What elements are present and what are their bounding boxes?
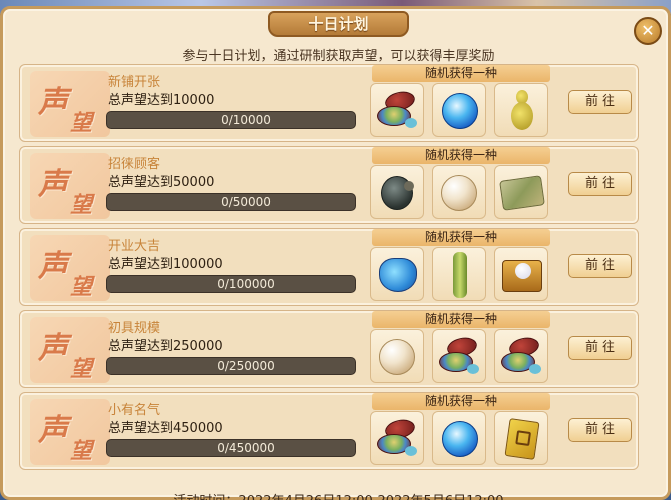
- random-reward-label: 随机获得一种: [372, 229, 550, 246]
- reward-row: 声 望 新铺开张 总声望达到10000 0/10000 随机获得一种 前往: [19, 64, 639, 142]
- reward-row: 声 望 招徕顾客 总声望达到50000 0/50000 随机获得一种 前往: [19, 146, 639, 224]
- badge-char: 声: [38, 85, 68, 120]
- progress-text: 0/100000: [217, 277, 275, 291]
- treasure-chest-icon: [502, 260, 542, 292]
- golden-book-icon: [504, 418, 540, 460]
- close-button[interactable]: ✕: [634, 17, 662, 45]
- blue-pouch-icon: [379, 258, 417, 292]
- pearl-icon: [379, 339, 415, 375]
- reward-slot[interactable]: [370, 247, 424, 301]
- row-requirement: 总声望达到100000: [108, 257, 223, 272]
- progress-text: 0/10000: [221, 113, 271, 127]
- go-button[interactable]: 前往: [568, 172, 632, 196]
- badge-char: 声: [38, 249, 68, 284]
- reward-slot[interactable]: [432, 247, 486, 301]
- random-reward-label: 随机获得一种: [372, 311, 550, 328]
- dark-orb-icon: [381, 176, 414, 210]
- progress-bar: 0/250000: [106, 357, 356, 375]
- reputation-badge: 声 望: [30, 71, 110, 137]
- badge-char: 望: [70, 438, 93, 464]
- random-reward-label: 随机获得一种: [372, 65, 550, 82]
- reward-slot[interactable]: [494, 83, 548, 137]
- treasure-box-icon: [501, 335, 541, 376]
- blue-gem-icon: [442, 421, 478, 457]
- row-title: 小有名气: [108, 403, 161, 418]
- window-title: 十日计划: [268, 11, 409, 37]
- reputation-badge: 声 望: [30, 235, 110, 301]
- random-reward-label: 随机获得一种: [372, 147, 550, 164]
- reward-slot[interactable]: [370, 329, 424, 383]
- treasure-box-icon: [439, 335, 479, 376]
- go-button[interactable]: 前往: [568, 254, 632, 278]
- reward-slot[interactable]: [494, 165, 548, 219]
- go-button[interactable]: 前往: [568, 90, 632, 114]
- reward-slot[interactable]: [370, 411, 424, 465]
- badge-char: 望: [70, 356, 93, 382]
- reward-slot[interactable]: [432, 83, 486, 137]
- reward-slot[interactable]: [494, 411, 548, 465]
- row-requirement: 总声望达到250000: [108, 339, 223, 354]
- map-scroll-icon: [499, 175, 545, 211]
- row-title: 招徕顾客: [108, 157, 161, 172]
- row-title: 开业大吉: [108, 239, 161, 254]
- progress-text: 0/250000: [217, 359, 275, 373]
- reputation-badge: 声 望: [30, 153, 110, 219]
- reward-slot[interactable]: [432, 411, 486, 465]
- treasure-box-icon: [377, 89, 417, 130]
- row-requirement: 总声望达到50000: [108, 175, 215, 190]
- progress-bar: 0/100000: [106, 275, 356, 293]
- badge-char: 声: [38, 413, 68, 448]
- ten-day-plan-panel: 十日计划 ✕ 参与十日计划，通过研制获取声望，可以获得丰厚奖励 声 望 新铺开张…: [0, 6, 671, 500]
- row-title: 新铺开张: [108, 75, 161, 90]
- reward-row: 声 望 小有名气 总声望达到450000 0/450000 随机获得一种 前往: [19, 392, 639, 470]
- reward-slot[interactable]: [494, 329, 548, 383]
- progress-bar: 0/10000: [106, 111, 356, 129]
- reputation-badge: 声 望: [30, 399, 110, 465]
- badge-char: 声: [38, 331, 68, 366]
- reward-slot[interactable]: [494, 247, 548, 301]
- badge-char: 望: [70, 192, 93, 218]
- random-reward-label: 随机获得一种: [372, 393, 550, 410]
- reward-row: 声 望 初具规模 总声望达到250000 0/250000 随机获得一种 前往: [19, 310, 639, 388]
- row-title: 初具规模: [108, 321, 161, 336]
- reward-slot[interactable]: [370, 165, 424, 219]
- progress-bar: 0/450000: [106, 439, 356, 457]
- badge-char: 声: [38, 167, 68, 202]
- treasure-box-icon: [377, 417, 417, 458]
- reward-slot[interactable]: [370, 83, 424, 137]
- event-time: 活动时间：2022年4月26日12:00-2022年5月6日12:00: [3, 490, 671, 500]
- reward-slot[interactable]: [432, 329, 486, 383]
- progress-text: 0/450000: [217, 441, 275, 455]
- herb-icon: [453, 252, 467, 298]
- badge-char: 望: [70, 110, 93, 136]
- go-button[interactable]: 前往: [568, 336, 632, 360]
- row-requirement: 总声望达到450000: [108, 421, 223, 436]
- badge-char: 望: [70, 274, 93, 300]
- reward-slot[interactable]: [432, 165, 486, 219]
- golden-gourd-icon: [511, 90, 533, 132]
- go-button[interactable]: 前往: [568, 418, 632, 442]
- reputation-badge: 声 望: [30, 317, 110, 383]
- pearl-icon: [441, 175, 477, 211]
- progress-text: 0/50000: [221, 195, 271, 209]
- blue-gem-icon: [442, 93, 478, 129]
- progress-bar: 0/50000: [106, 193, 356, 211]
- intro-text: 参与十日计划，通过研制获取声望，可以获得丰厚奖励: [182, 49, 495, 64]
- row-requirement: 总声望达到10000: [108, 93, 215, 108]
- reward-row: 声 望 开业大吉 总声望达到100000 0/100000 随机获得一种 前往: [19, 228, 639, 306]
